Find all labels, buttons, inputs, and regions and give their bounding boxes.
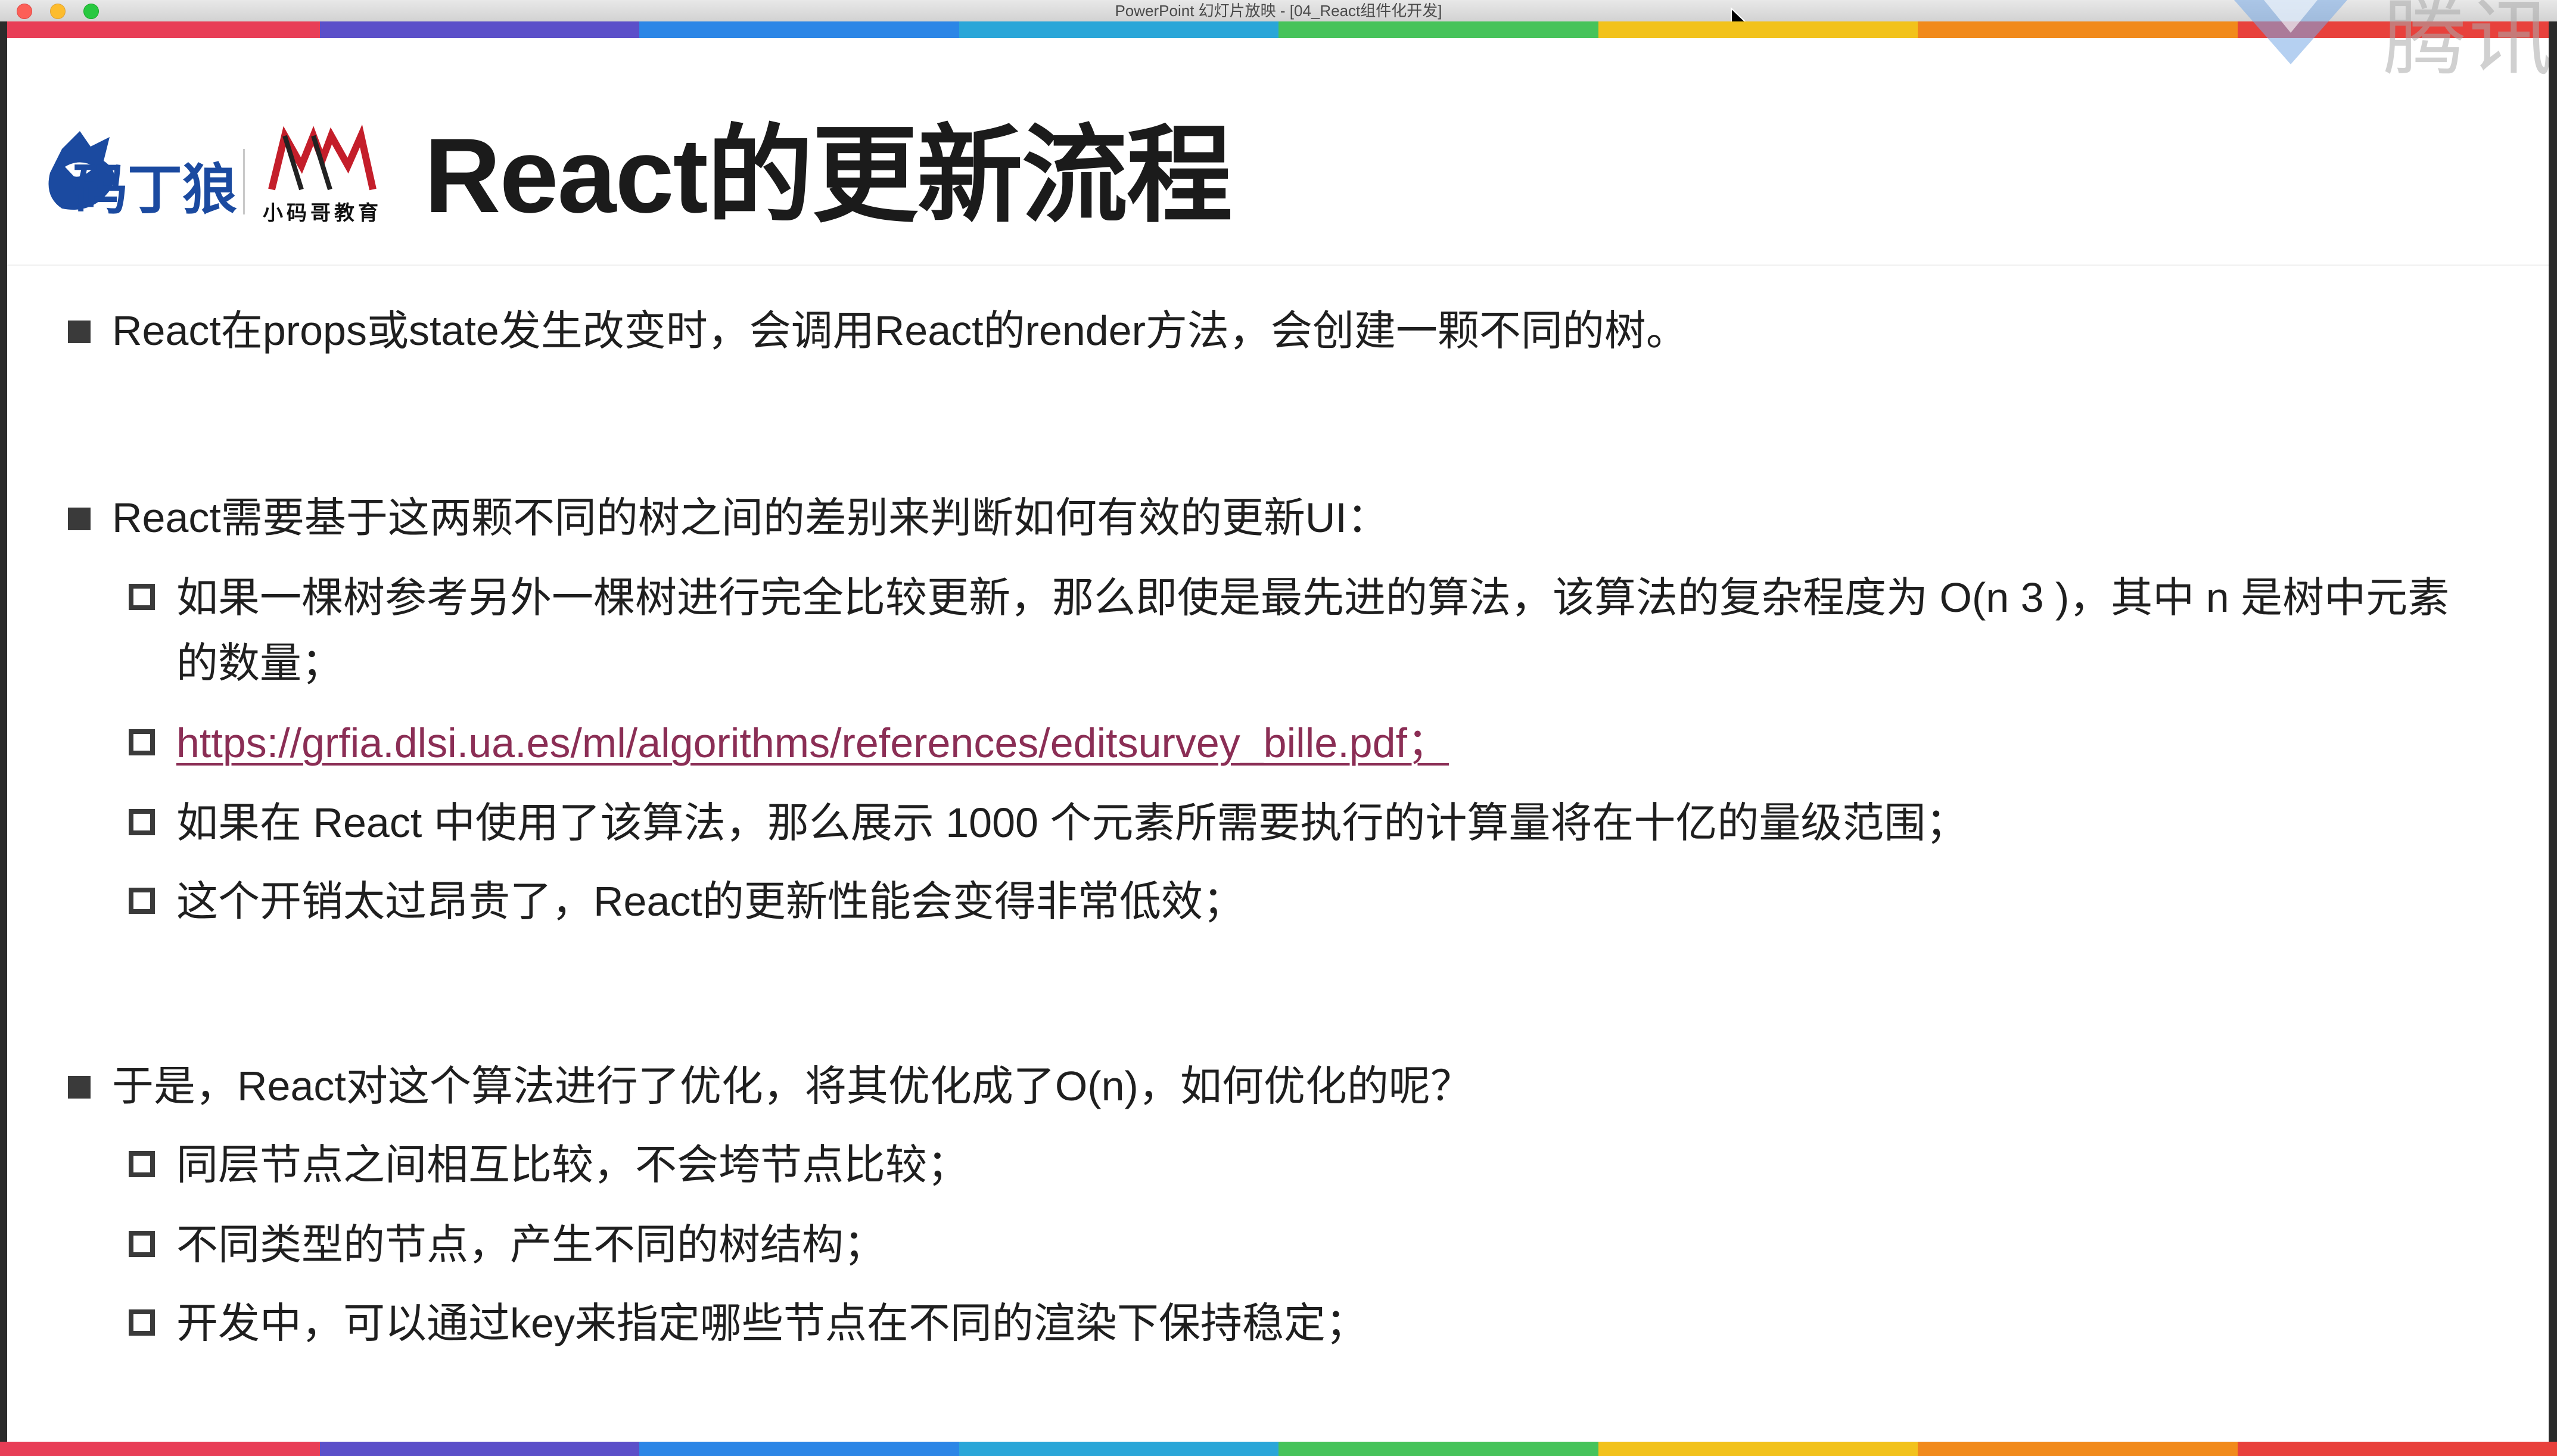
mading-wolf-logo: 码丁狼 (48, 131, 237, 222)
rainbow-bar-bottom (0, 1442, 2557, 1456)
sub-bullet-text: 如果一棵树参考另外一棵树进行完全比较更新，那么即使是最先进的算法，该算法的复杂程… (176, 574, 2450, 621)
xiaomage-logo-caption: 小码哥教育 (263, 202, 382, 225)
logo-divider (243, 149, 245, 214)
right-edge (2549, 21, 2557, 1442)
sub-bullet-item: 开发中，可以通过key来指定哪些节点在不同的渲染下保持稳定； (129, 1290, 1367, 1356)
sub-bullet-text: 开发中，可以通过key来指定哪些节点在不同的渲染下保持稳定； (176, 1300, 1367, 1346)
hollow-square-bullet-icon (129, 729, 155, 755)
sub-bullet-item: 这个开销太过昂贵了，React的更新性能会变得非常低效； (129, 869, 1245, 934)
bullet-item: React需要基于这两颗不同的树之间的差别来判断如何有效的更新UI： (68, 485, 1389, 550)
hollow-square-bullet-icon (129, 888, 155, 914)
paper-link[interactable]: https://grfia.dlsi.ua.es/ml/algorithms/r… (176, 720, 1449, 766)
sub-bullet-continuation: 的数量； (176, 640, 343, 686)
hollow-square-bullet-icon (129, 584, 155, 610)
header-divider (7, 265, 2549, 266)
watermark-text: 腾讯 (2383, 0, 2555, 88)
slide-title: React的更新流程 (424, 116, 1233, 235)
bullet-item: 于是，React对这个算法进行了优化，将其优化成了O(n)，如何优化的呢？ (68, 1053, 1472, 1119)
sub-bullet-item: 不同类型的节点，产生不同的树结构； (129, 1212, 885, 1277)
bullet-item: React在props或state发生改变时，会调用React的render方法… (68, 298, 1688, 363)
square-bullet-icon (68, 508, 91, 530)
sub-bullet-text: 同层节点之间相互比较，不会垮节点比较； (176, 1141, 969, 1188)
tencent-video-watermark-icon (2234, 0, 2347, 64)
sub-bullet-item: 如果一棵树参考另外一棵树进行完全比较更新，那么即使是最先进的算法，该算法的复杂程… (129, 565, 2450, 630)
sub-bullet-text: 这个开销太过昂贵了，React的更新性能会变得非常低效； (176, 878, 1245, 925)
sub-bullet-text: 如果在 React 中使用了该算法，那么展示 1000 个元素所需要执行的计算量… (176, 799, 1968, 846)
hollow-square-bullet-icon (129, 1309, 155, 1336)
slideshow-window: PowerPoint 幻灯片放映 - [04_React组件化开发] 腾讯 码丁… (0, 0, 2557, 1456)
sub-bullet-item: 同层节点之间相互比较，不会垮节点比较； (129, 1132, 969, 1197)
sub-bullet-item: https://grfia.dlsi.ua.es/ml/algorithms/r… (129, 710, 1449, 776)
sub-bullet-item: 如果在 React 中使用了该算法，那么展示 1000 个元素所需要执行的计算量… (129, 790, 1968, 855)
window-title: PowerPoint 幻灯片放映 - [04_React组件化开发] (1115, 2, 1442, 20)
left-edge (0, 21, 7, 1442)
title-bar: PowerPoint 幻灯片放映 - [04_React组件化开发] (0, 0, 2557, 33)
bullet-text: React需要基于这两颗不同的树之间的差别来判断如何有效的更新UI： (112, 494, 1389, 541)
bullet-text: 于是，React对这个算法进行了优化，将其优化成了O(n)，如何优化的呢？ (112, 1063, 1472, 1109)
square-bullet-icon (68, 321, 91, 343)
hollow-square-bullet-icon (129, 1231, 155, 1257)
hollow-square-bullet-icon (129, 809, 155, 835)
hollow-square-bullet-icon (129, 1151, 155, 1177)
logo-ding-text: 码丁狼 (73, 158, 237, 222)
bullet-text: React在props或state发生改变时，会调用React的render方法… (112, 307, 1688, 354)
square-bullet-icon (68, 1076, 91, 1099)
rainbow-bar-top (0, 21, 2557, 38)
sub-bullet-text: 不同类型的节点，产生不同的树结构； (176, 1221, 885, 1268)
